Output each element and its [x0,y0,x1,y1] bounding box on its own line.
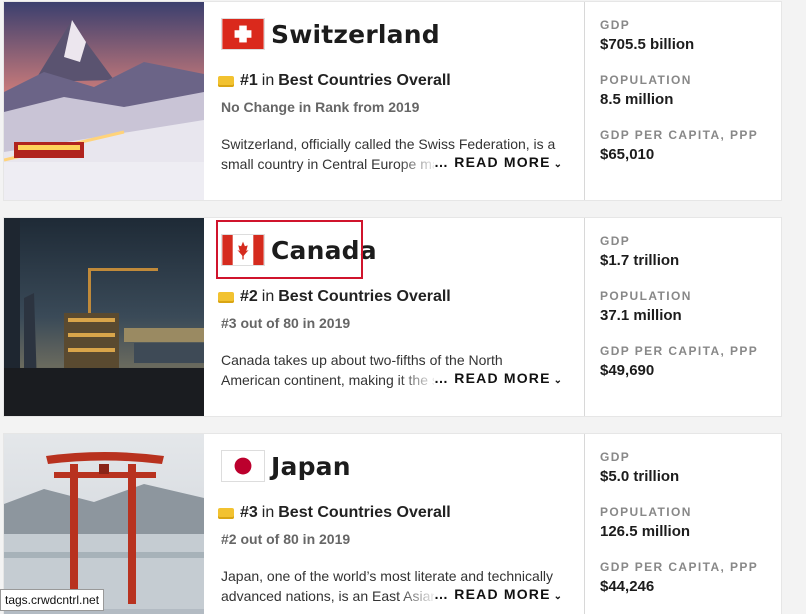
medal-icon [218,75,234,87]
rank-category[interactable]: Best Countries Overall [278,288,451,306]
rank-change: #2 out of 80 in 2019 [221,531,351,547]
stats-panel: GDP $5.0 trillion POPULATION 126.5 milli… [600,434,780,614]
gdp-per-capita-value: $49,690 [600,362,655,379]
population-value: 37.1 million [600,307,682,324]
chevron-down-icon: ⌄ [553,591,564,602]
divider [584,2,585,200]
medal-icon [218,291,234,303]
population-value: 126.5 million [600,523,691,540]
japan-flag-icon [221,450,265,482]
read-more-label: … READ MORE [434,154,551,170]
read-more-label: … READ MORE [434,586,551,602]
status-tooltip: tags.crwdcntrl.net [0,589,105,611]
gdp-per-capita-label: GDP PER CAPITA, PPP [600,344,759,358]
gdp-value: $705.5 billion [600,36,695,53]
highlight-box [216,220,363,279]
gdp-per-capita-label: GDP PER CAPITA, PPP [600,560,759,574]
rank-change: #3 out of 80 in 2019 [221,315,351,331]
matterhorn-photo[interactable] [4,2,204,200]
medal-icon [218,507,234,519]
population-label: POPULATION [600,505,692,519]
population-value: 8.5 million [600,91,674,108]
chevron-down-icon: ⌄ [553,375,564,386]
rank-line: #3 in Best Countries Overall [218,504,451,522]
read-more-button[interactable]: … READ MORE ⌄ [434,586,568,606]
rank-in: in [261,72,275,89]
gdp-label: GDP [600,18,631,32]
rank-category[interactable]: Best Countries Overall [278,72,451,90]
gdp-value: $5.0 trillion [600,468,680,485]
rank-number: #1 [240,72,258,89]
read-more-button[interactable]: … READ MORE ⌄ [434,154,568,174]
swiss-flag-icon [221,18,265,50]
divider [584,434,585,614]
description-fade [398,370,438,390]
country-card-switzerland[interactable]: Switzerland #1 in Best Countries Overall… [3,1,782,201]
gdp-per-capita-label: GDP PER CAPITA, PPP [600,128,759,142]
rank-in: in [261,504,275,521]
country-name[interactable]: Switzerland [271,20,440,49]
country-card-japan[interactable]: Japan #3 in Best Countries Overall #2 ou… [3,433,782,614]
gdp-per-capita-value: $65,010 [600,146,655,163]
rank-number: #2 [240,288,258,305]
gdp-label: GDP [600,450,631,464]
rank-in: in [261,288,275,305]
population-label: POPULATION [600,73,692,87]
divider [584,218,585,416]
description-fade [398,586,438,606]
chevron-down-icon: ⌄ [553,159,564,170]
description-fade [398,154,438,174]
read-more-button[interactable]: … READ MORE ⌄ [434,370,568,390]
gdp-value: $1.7 trillion [600,252,680,269]
torii-gate-photo[interactable] [4,434,204,614]
stats-panel: GDP $1.7 trillion POPULATION 37.1 millio… [600,218,780,416]
rank-number: #3 [240,504,258,521]
gdp-label: GDP [600,234,631,248]
read-more-label: … READ MORE [434,370,551,386]
rank-line: #1 in Best Countries Overall [218,72,451,90]
rank-category[interactable]: Best Countries Overall [278,504,451,522]
rank-line: #2 in Best Countries Overall [218,288,451,306]
rank-change: No Change in Rank from 2019 [221,99,420,115]
stats-panel: GDP $705.5 billion POPULATION 8.5 millio… [600,2,780,200]
city-skyline-photo[interactable] [4,218,204,416]
country-card-canada[interactable]: Canada #2 in Best Countries Overall #3 o… [3,217,782,417]
population-label: POPULATION [600,289,692,303]
gdp-per-capita-value: $44,246 [600,578,655,595]
country-name[interactable]: Japan [271,452,351,481]
